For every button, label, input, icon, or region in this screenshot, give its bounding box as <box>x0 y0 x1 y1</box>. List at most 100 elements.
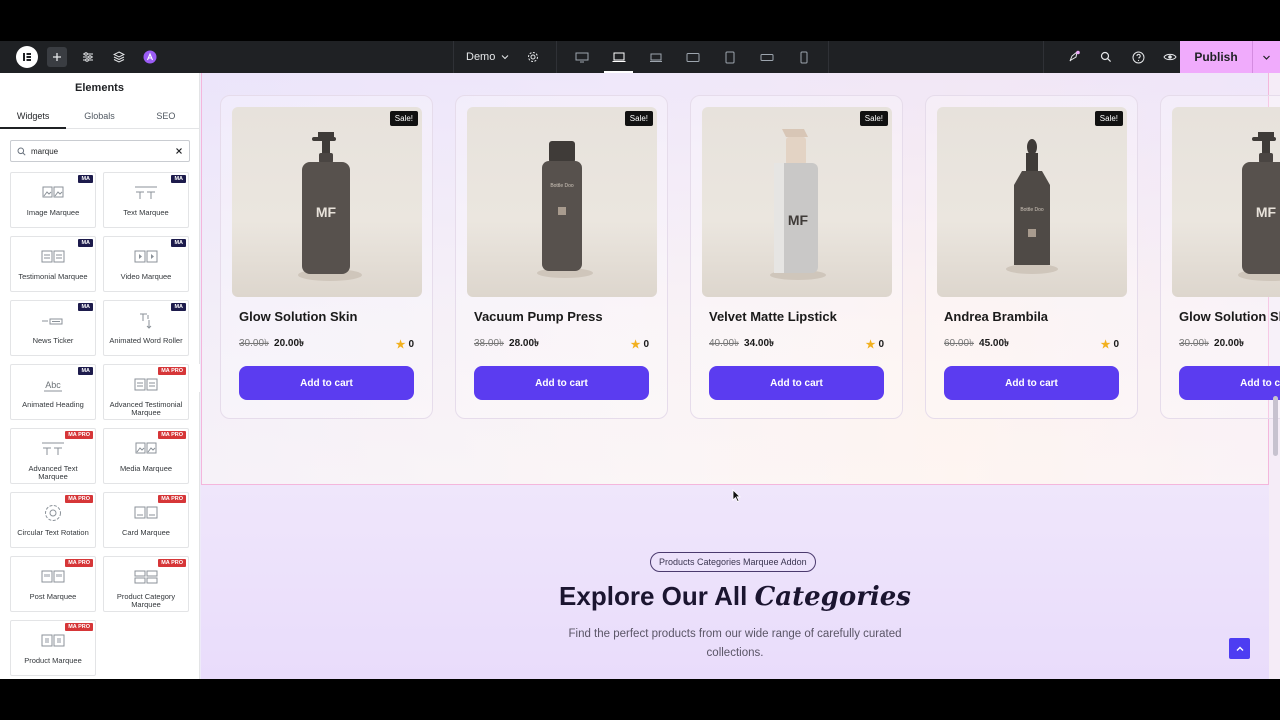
ai-assistant-icon[interactable] <box>140 47 160 67</box>
widget-post-marquee[interactable]: MA PRO Post Marquee <box>10 556 96 612</box>
elements-panel: Elements Widgets Globals SEO marque MA I… <box>0 73 200 679</box>
ma-pro-badge: MA PRO <box>65 495 93 503</box>
widget-image-marquee[interactable]: MA Image Marquee <box>10 172 96 228</box>
pump-bottle-image: MF <box>1238 132 1280 281</box>
categories-section[interactable]: Products Categories Marquee Addon Explor… <box>201 485 1269 679</box>
widget-news-ticker[interactable]: MA News Ticker <box>10 300 96 356</box>
product-image[interactable]: MF Sale! <box>232 107 422 297</box>
product-image[interactable]: MF <box>1172 107 1280 297</box>
publish-button[interactable]: Publish <box>1180 50 1252 64</box>
image-marquee-icon <box>42 186 64 198</box>
product-card[interactable]: MF Sale! Velvet Matte Lipstick 40.00৳ 34… <box>690 95 903 419</box>
widget-product-marquee[interactable]: MA PRO Product Marquee <box>10 620 96 676</box>
widget-label: Testimonial Marquee <box>18 272 88 281</box>
tablet-portrait-device-icon[interactable] <box>711 41 748 73</box>
notifications-rocket-icon[interactable] <box>1064 47 1084 67</box>
widget-advanced-testimonial-marquee[interactable]: MA PRO Advanced Testimonial Marquee <box>103 364 189 420</box>
sale-price: 28.00৳ <box>509 338 540 349</box>
page-settings-gear-icon[interactable] <box>523 47 543 67</box>
add-to-cart-button[interactable]: Add to cart <box>474 366 649 400</box>
widget-label: Image Marquee <box>26 208 80 217</box>
widget-label: Product Category Marquee <box>116 592 176 609</box>
widget-card-marquee[interactable]: MA PRO Card Marquee <box>103 492 189 548</box>
widget-advanced-text-marquee[interactable]: MA PRO Advanced Text Marquee <box>10 428 96 484</box>
text-marquee-icon <box>135 186 157 199</box>
widget-label: Text Marquee <box>123 208 169 217</box>
widget-circular-text-rotation[interactable]: MA PRO Circular Text Rotation <box>10 492 96 548</box>
widget-testimonial-marquee[interactable]: MA Testimonial Marquee <box>10 236 96 292</box>
product-card[interactable]: MF Glow Solution Skin 30.00৳ 20.00৳ Add … <box>1160 95 1280 419</box>
rating: ★ 0 <box>866 338 884 351</box>
site-settings-icon[interactable] <box>78 47 98 67</box>
mobile-landscape-device-icon[interactable] <box>748 41 785 73</box>
add-to-cart-button[interactable]: Add to cart <box>1179 366 1280 400</box>
section-subtext: Find the perfect products from our wide … <box>568 628 902 659</box>
product-card[interactable]: MF Sale! Glow Solution Skin 30.00৳ 20.00… <box>220 95 433 419</box>
product-image[interactable]: Bottle Doo Sale! <box>937 107 1127 297</box>
document-name: Demo <box>466 51 496 63</box>
elementor-logo-icon[interactable] <box>16 46 38 68</box>
sale-price: 34.00৳ <box>744 338 775 349</box>
product-image[interactable]: MF Sale! <box>702 107 892 297</box>
tablet-landscape-device-icon[interactable] <box>674 41 711 73</box>
tab-seo[interactable]: SEO <box>133 103 199 128</box>
add-element-icon[interactable] <box>47 47 67 67</box>
product-card[interactable]: Bottle Doo Sale! Vacuum Pump Press 38.00… <box>455 95 668 419</box>
preview-eye-icon[interactable] <box>1160 47 1180 67</box>
laptop-device-icon[interactable] <box>600 41 637 73</box>
widget-video-marquee[interactable]: MA Video Marquee <box>103 236 189 292</box>
tab-globals[interactable]: Globals <box>66 103 132 128</box>
structure-layers-icon[interactable] <box>109 47 129 67</box>
price-row: 30.00৳ 20.00৳ ★ 0 <box>239 336 414 353</box>
star-icon: ★ <box>630 339 641 351</box>
old-price: 38.00৳ <box>474 338 505 349</box>
add-to-cart-button[interactable]: Add to cart <box>944 366 1119 400</box>
widget-text-marquee[interactable]: MA Text Marquee <box>103 172 189 228</box>
widescreen-device-icon[interactable] <box>637 41 674 73</box>
star-icon: ★ <box>1100 339 1111 351</box>
widget-animated-word-roller[interactable]: MA Animated Word Roller <box>103 300 189 356</box>
canvas-scrollbar[interactable] <box>1273 396 1278 456</box>
sale-price: 20.00৳ <box>274 338 305 349</box>
publish-options-chevron-icon[interactable] <box>1252 41 1280 73</box>
silver-pump-bottle-image: MF <box>770 129 826 280</box>
widget-search-input[interactable]: marque <box>10 140 190 162</box>
product-name[interactable]: Glow Solution Skin <box>239 309 357 324</box>
product-name[interactable]: Vacuum Pump Press <box>474 309 603 324</box>
widget-grid: MA Image Marquee MA Text Marquee MA Test… <box>10 172 190 676</box>
sale-price: 20.00৳ <box>1214 338 1245 349</box>
add-to-cart-button[interactable]: Add to cart <box>239 366 414 400</box>
product-marquee-section[interactable]: MF Sale! Glow Solution Skin 30.00৳ 20.00… <box>201 73 1280 485</box>
advanced-text-marquee-icon <box>42 442 64 455</box>
document-selector[interactable]: Demo <box>454 51 509 63</box>
rating: ★ 0 <box>396 338 414 351</box>
mobile-portrait-device-icon[interactable] <box>785 41 822 73</box>
widget-product-category-marquee[interactable]: MA PRO Product Category Marquee <box>103 556 189 612</box>
widget-label: Post Marquee <box>29 592 77 601</box>
dropper-bottle-image: Bottle Doo <box>1006 139 1058 274</box>
ma-badge: MA <box>78 367 93 375</box>
help-icon[interactable] <box>1128 47 1148 67</box>
product-name[interactable]: Andrea Brambila <box>944 309 1048 324</box>
rating-value: 0 <box>878 339 884 350</box>
rating-value: 0 <box>643 339 649 350</box>
add-to-cart-button[interactable]: Add to cart <box>709 366 884 400</box>
ma-pro-badge: MA PRO <box>65 431 93 439</box>
rating-value: 0 <box>1113 339 1119 350</box>
widget-animated-heading[interactable]: MA Abc Animated Heading <box>10 364 96 420</box>
product-name[interactable]: Velvet Matte Lipstick <box>709 309 837 324</box>
desktop-device-icon[interactable] <box>563 41 600 73</box>
tab-widgets[interactable]: Widgets <box>0 103 67 129</box>
mouse-cursor-icon <box>732 489 741 503</box>
star-icon: ★ <box>395 339 406 351</box>
product-name[interactable]: Glow Solution Skin <box>1179 309 1280 324</box>
search-icon[interactable] <box>1096 47 1116 67</box>
old-price: 60.00৳ <box>944 338 975 349</box>
clear-search-close-icon[interactable] <box>175 147 183 155</box>
scroll-to-top-arrow-icon[interactable] <box>1229 638 1250 659</box>
product-card[interactable]: Bottle Doo Sale! Andrea Brambila 60.00৳ … <box>925 95 1138 419</box>
widget-label: News Ticker <box>32 336 74 345</box>
product-image[interactable]: Bottle Doo Sale! <box>467 107 657 297</box>
animated-heading-icon: Abc <box>44 380 62 392</box>
widget-media-marquee[interactable]: MA PRO Media Marquee <box>103 428 189 484</box>
